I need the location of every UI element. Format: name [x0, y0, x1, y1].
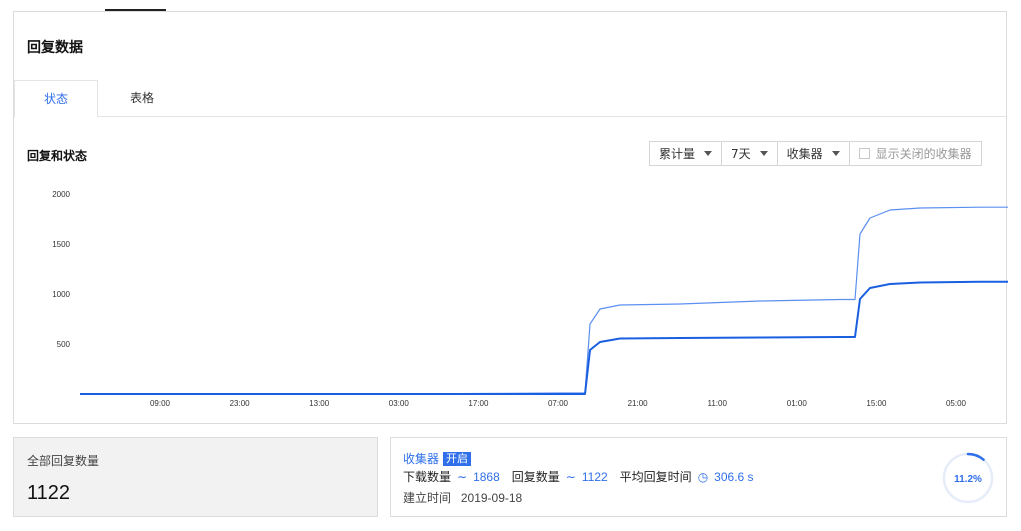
trend-icon: ∼ [457, 469, 468, 484]
show-closed-toggle[interactable]: 显示关闭的收集器 [848, 141, 982, 166]
mode-select-label: 累计量 [659, 147, 696, 161]
response-data-card: 回复数据 状态 表格 回复和状态 累计量 7天 收集器 显示关闭的收集器 500… [13, 11, 1008, 424]
x-tick-label: 01:00 [787, 399, 808, 408]
x-tick-label: 07:00 [548, 399, 569, 408]
tab-status[interactable]: 状态 [14, 80, 98, 118]
chevron-down-icon [704, 151, 713, 156]
range-select-label: 7天 [731, 147, 751, 161]
x-tick-label: 05:00 [946, 399, 967, 408]
responses-value: 1122 [581, 469, 608, 484]
responses-line-chart: 500 1000 1500 2000 09:00 23:00 13:00 03:00 17:00… [52, 190, 1008, 408]
x-tick-label: 03:00 [389, 399, 410, 408]
x-tick-label: 17:00 [468, 399, 489, 408]
x-tick-label: 09:00 [150, 399, 171, 408]
total-responses-value: 1122 [27, 482, 71, 504]
chevron-down-icon [759, 151, 768, 156]
y-tick-label: 1500 [52, 240, 70, 249]
total-responses-label: 全部回复数量 [27, 454, 100, 468]
tab-table[interactable]: 表格 [100, 80, 184, 117]
mode-select[interactable]: 累计量 [649, 141, 723, 166]
total-responses-card: 全部回复数量 1122 [13, 437, 378, 517]
clock-icon: ◷ [697, 469, 709, 484]
collector-card: 收集器 开启 下载数量 ∼ 1868 回复数量 ∼ 1122 平均回复时间 ◷ … [390, 437, 1007, 517]
range-select[interactable]: 7天 [721, 141, 778, 166]
y-tick-label: 2000 [52, 190, 70, 199]
completion-ring: 11.2% [942, 452, 994, 504]
show-closed-checkbox[interactable] [858, 148, 870, 159]
x-tick-label: 13:00 [309, 399, 330, 408]
collector-select[interactable]: 收集器 [776, 141, 850, 166]
x-tick-label: 23:00 [230, 399, 251, 408]
collector-stats: 下载数量 ∼ 1868 回复数量 ∼ 1122 平均回复时间 ◷ 306.6 s [403, 468, 766, 485]
trend-icon: ∼ [565, 469, 576, 484]
x-tick-label: 11:00 [707, 399, 727, 408]
created-date: 2019-09-18 [460, 491, 523, 505]
y-tick-label: 1000 [52, 290, 70, 299]
series-line-downloads [80, 206, 1008, 395]
collector-select-label: 收集器 [786, 147, 823, 161]
responses-label: 回复数量 [511, 470, 560, 484]
completion-percent: 11.2% [954, 474, 982, 485]
created-label: 建立时间 [403, 491, 452, 505]
view-tabs: 状态 表格 [14, 80, 1006, 118]
x-tick-label: 15:00 [866, 399, 887, 408]
downloads-label: 下载数量 [403, 470, 452, 484]
collector-name-link[interactable]: 收集器 [403, 450, 439, 467]
series-line-responses [80, 280, 1008, 395]
chevron-down-icon [831, 151, 840, 156]
chart-title: 回复和状态 [27, 149, 88, 163]
collector-created: 建立时间 2019-09-18 [403, 489, 522, 506]
avg-time-value: 306.6 s [714, 469, 754, 484]
status-badge: 开启 [443, 451, 472, 466]
page-title: 回复数据 [27, 40, 83, 56]
downloads-value: 1868 [473, 469, 500, 484]
collector-header: 收集器 开启 [403, 450, 472, 467]
chart-controls: 累计量 7天 收集器 显示关闭的收集器 [649, 141, 982, 166]
show-closed-label: 显示关闭的收集器 [875, 147, 972, 161]
y-tick-label: 500 [57, 340, 71, 349]
x-tick-label: 21:00 [628, 399, 649, 408]
avg-time-label: 平均回复时间 [619, 470, 692, 484]
